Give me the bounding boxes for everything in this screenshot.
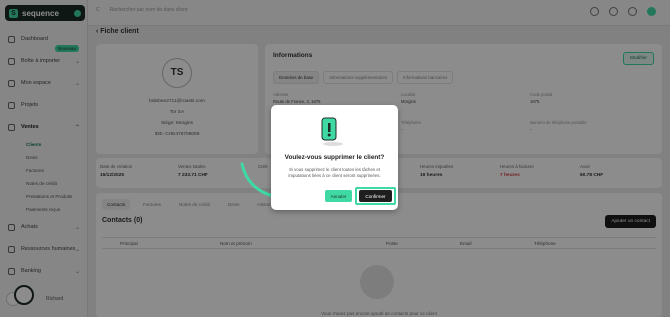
warning-phone-icon (321, 117, 343, 146)
modal-title: Voulez-vous supprimer le client? (284, 154, 385, 161)
confirm-button[interactable]: Confirmer (359, 190, 392, 202)
cancel-button[interactable]: Annuler (325, 190, 352, 202)
modal-text: Si vous supprimez le client toutes les t… (288, 167, 381, 178)
delete-client-modal: Voulez-vous supprimer le client? Si vous… (271, 105, 398, 210)
